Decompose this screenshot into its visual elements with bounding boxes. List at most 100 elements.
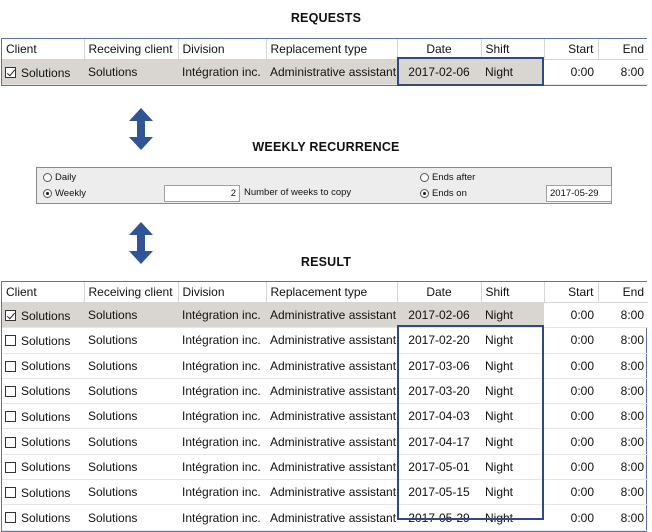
cell-client: Solutions — [2, 454, 84, 481]
row-checkbox-icon[interactable] — [5, 335, 16, 347]
row-checkbox-icon[interactable] — [5, 411, 16, 423]
cell-shift: Night — [481, 504, 544, 531]
recurrence-panel: Daily Weekly 2 Number of weeks to copy E… — [36, 167, 612, 204]
cell-receiving-client: Solutions — [84, 59, 178, 86]
daily-radio-icon[interactable] — [43, 173, 52, 182]
cell-end: 8:00 — [598, 403, 648, 430]
ends-on-option[interactable]: Ends on — [420, 188, 467, 199]
cell-client-text: Solutions — [21, 384, 71, 399]
col-header-replacement-type[interactable]: Replacement type — [266, 39, 398, 60]
table-row[interactable]: Solutions Solutions Intégration inc. Admini… — [2, 454, 648, 481]
cell-date: 2017-02-06 — [397, 59, 481, 86]
col-header-end[interactable]: End — [598, 282, 648, 303]
table-row[interactable]: Solutions Solutions Intégration inc. Admini… — [2, 504, 648, 531]
row-checkbox-icon[interactable] — [5, 436, 16, 448]
row-checkbox-icon[interactable] — [5, 512, 16, 524]
table-row[interactable]: Solutions Solutions Intégration inc. Admini… — [2, 403, 648, 430]
row-checkbox-icon[interactable] — [5, 67, 16, 79]
ends-on-radio-icon[interactable] — [420, 189, 429, 198]
cell-end: 8:00 — [598, 454, 648, 481]
table-row[interactable]: Solutions Solutions Intégration inc. Admini… — [2, 378, 648, 405]
cell-division: Intégration inc. — [178, 353, 266, 379]
weeks-to-copy-input[interactable]: 2 — [164, 185, 240, 202]
col-header-end[interactable]: End — [598, 39, 648, 60]
table-row[interactable]: Solutions Solutions Intégration inc. Admini… — [2, 327, 648, 354]
ends-on-date-input[interactable]: 2017-05-29 — [546, 185, 612, 202]
cell-date: 2017-04-03 — [397, 403, 481, 430]
weekly-option[interactable]: Weekly — [43, 188, 86, 199]
col-header-receiving-client[interactable]: Receiving client — [84, 39, 179, 60]
cell-client-text: Solutions — [21, 435, 71, 450]
col-header-division[interactable]: Division — [178, 282, 267, 303]
cell-division: Intégration inc. — [178, 302, 266, 329]
cell-date: 2017-05-15 — [397, 479, 481, 506]
cell-division: Intégration inc. — [178, 59, 266, 86]
table-row[interactable]: Solutions Solutions Intégration inc. Admini… — [2, 302, 648, 329]
weekly-radio-icon[interactable] — [43, 189, 52, 198]
col-header-shift[interactable]: Shift — [481, 282, 545, 303]
row-checkbox-icon[interactable] — [5, 360, 16, 372]
cell-division: Intégration inc. — [178, 327, 266, 354]
cell-date: 2017-05-29 — [397, 504, 481, 531]
cell-replacement-type: Administrative assistant — [266, 403, 397, 430]
cell-end: 8:00 — [598, 353, 648, 379]
result-grid: Client Receiving client Division Replace… — [1, 281, 648, 532]
cell-date: 2017-03-20 — [397, 378, 481, 405]
cell-client-text: Solutions — [21, 485, 71, 500]
cell-client-text: Solutions — [21, 409, 71, 424]
cell-shift: Night — [481, 302, 544, 329]
cell-receiving-client: Solutions — [84, 479, 178, 506]
col-header-start[interactable]: Start — [544, 282, 599, 303]
cell-start: 0:00 — [544, 353, 598, 379]
ends-after-radio-icon[interactable] — [420, 173, 429, 182]
weekly-label: Weekly — [55, 188, 86, 199]
cell-client: Solutions — [2, 403, 84, 430]
col-header-date[interactable]: Date — [397, 39, 482, 60]
col-header-client[interactable]: Client — [2, 39, 85, 60]
cell-division: Intégration inc. — [178, 378, 266, 405]
cell-receiving-client: Solutions — [84, 428, 178, 455]
col-header-replacement-type[interactable]: Replacement type — [266, 282, 398, 303]
table-row[interactable]: Solutions Solutions Intégration inc. Admini… — [2, 428, 648, 455]
cell-client-text: Solutions — [21, 333, 71, 348]
ends-after-option[interactable]: Ends after — [420, 172, 475, 183]
cell-client: Solutions — [2, 378, 84, 405]
cell-date: 2017-04-17 — [397, 428, 481, 455]
cell-replacement-type: Administrative assistant — [266, 454, 397, 481]
cell-end: 8:00 — [598, 378, 648, 405]
cell-receiving-client: Solutions — [84, 327, 178, 354]
col-header-client[interactable]: Client — [2, 282, 85, 303]
row-checkbox-icon[interactable] — [5, 461, 16, 473]
table-row[interactable]: Solutions Solutions Intégration inc. Admini… — [2, 353, 648, 379]
col-header-shift[interactable]: Shift — [481, 39, 545, 60]
cell-client-text: Solutions — [21, 510, 71, 525]
row-checkbox-icon[interactable] — [5, 385, 16, 397]
cell-client: Solutions — [2, 327, 84, 354]
cell-client: Solutions — [2, 353, 84, 379]
requests-heading: REQUESTS — [290, 11, 362, 25]
cell-end: 8:00 — [598, 59, 648, 86]
cell-shift: Night — [481, 454, 544, 481]
cell-date: 2017-05-01 — [397, 454, 481, 481]
cell-start: 0:00 — [544, 59, 598, 86]
cell-replacement-type: Administrative assistant — [266, 302, 397, 329]
cell-end: 8:00 — [598, 302, 648, 329]
col-header-division[interactable]: Division — [178, 39, 267, 60]
cell-shift: Night — [481, 327, 544, 354]
cell-receiving-client: Solutions — [84, 454, 178, 481]
cell-replacement-type: Administrative assistant — [266, 504, 397, 531]
cell-shift: Night — [481, 59, 544, 86]
cell-client-text: Solutions — [21, 65, 71, 80]
row-checkbox-icon[interactable] — [5, 487, 16, 499]
daily-option[interactable]: Daily — [43, 172, 76, 183]
col-header-receiving-client[interactable]: Receiving client — [84, 282, 179, 303]
cell-replacement-type: Administrative assistant — [266, 479, 397, 506]
ends-on-label: Ends on — [432, 188, 467, 199]
row-checkbox-icon[interactable] — [5, 310, 16, 322]
daily-label: Daily — [55, 172, 77, 183]
cell-receiving-client: Solutions — [84, 378, 178, 405]
col-header-date[interactable]: Date — [397, 282, 482, 303]
col-header-start[interactable]: Start — [544, 39, 599, 60]
table-row[interactable]: Solutions Solutions Intégration inc. Admini… — [2, 479, 648, 506]
table-row[interactable]: Solutions Solutions Intégration inc. Admini… — [2, 59, 648, 86]
